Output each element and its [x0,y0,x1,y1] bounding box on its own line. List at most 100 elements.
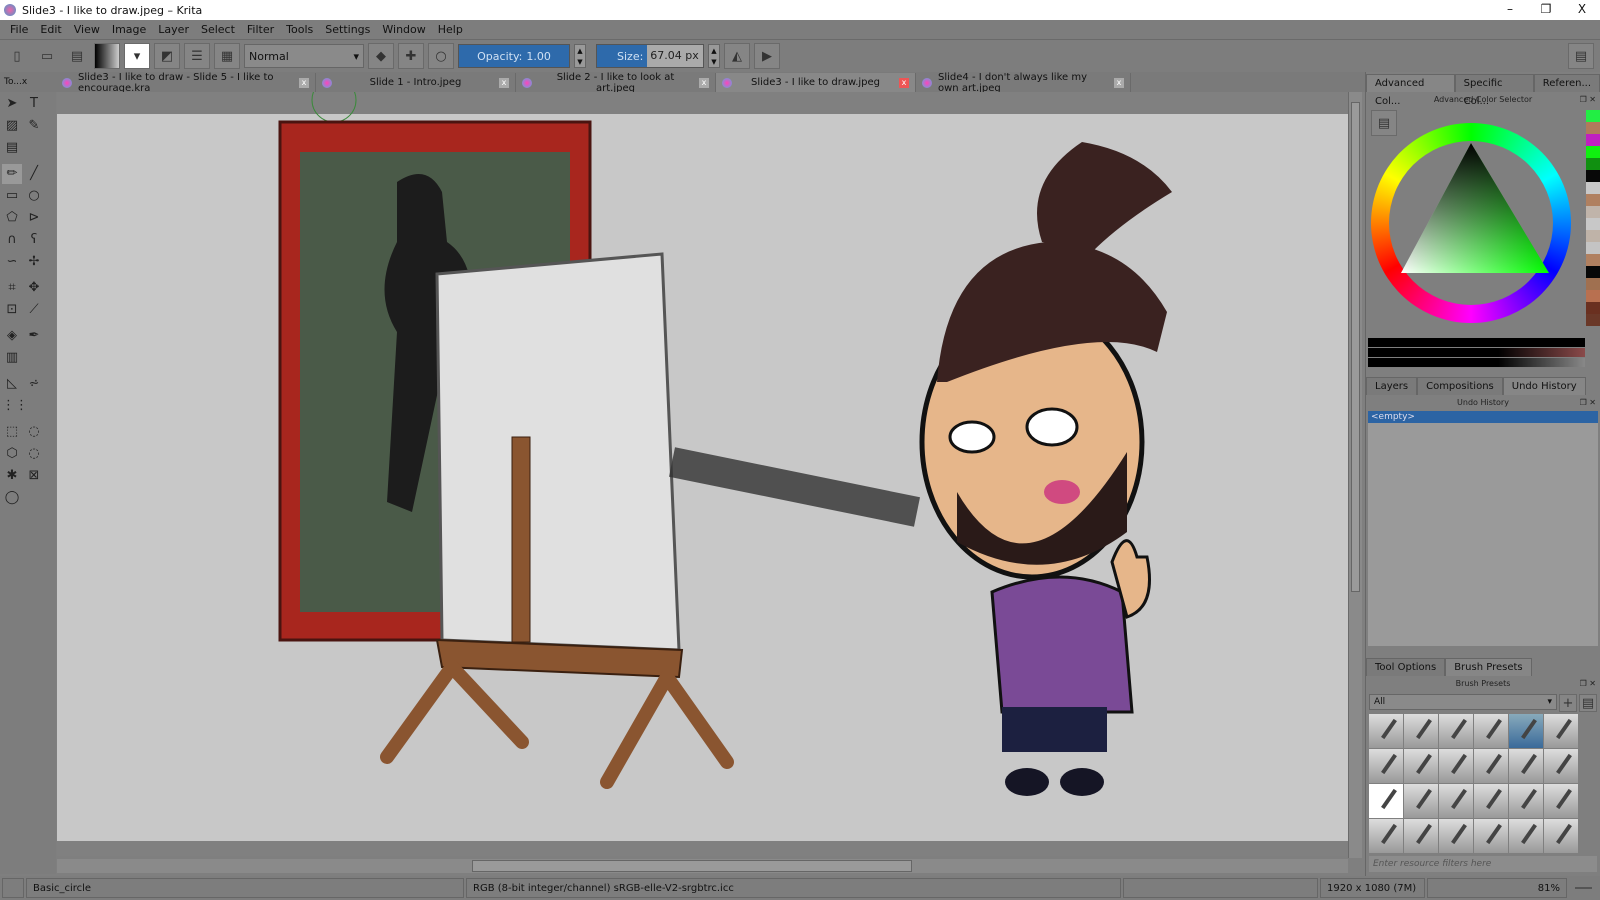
brush-preset[interactable] [1474,784,1508,818]
crop-tool-icon[interactable]: ⌗ [2,278,22,298]
undo-item[interactable]: <empty> [1368,411,1598,423]
tab-document-active[interactable]: Slide3 - I like to draw.jpeg x [716,73,916,92]
polygon-tool-icon[interactable]: ⬠ [2,208,22,228]
bezier-tool-icon[interactable]: ∩ [2,230,22,250]
contiguous-selection-icon[interactable]: ✱ [2,466,22,486]
tab-undo-history[interactable]: Undo History [1502,377,1586,395]
brush-preset[interactable] [1474,749,1508,783]
reload-preset-icon[interactable]: ○ [428,43,454,69]
brush-preset[interactable] [1439,749,1473,783]
artwork-canvas[interactable] [57,77,1348,856]
color-swatch[interactable] [1586,254,1600,266]
horizontal-scrollbar[interactable] [57,859,1348,873]
assistant-tool-icon[interactable]: ◺ [2,374,22,394]
edit-shapes-tool-icon[interactable]: ▨ [2,116,22,136]
resource-filter-input[interactable]: Enter resource filters here [1369,856,1597,872]
menu-file[interactable]: File [4,23,34,36]
save-icon[interactable]: ▤ [64,43,90,69]
tab-document[interactable]: Slide3 - I like to draw - Slide 5 - I li… [56,72,316,94]
color-swatch[interactable] [1586,122,1600,134]
opacity-spinner[interactable]: ▲ ▼ [574,44,586,68]
tab-specific-color[interactable]: Specific Col... [1454,74,1534,107]
brush-preset[interactable] [1404,819,1438,853]
fill-tool-icon[interactable]: ◈ [2,326,22,346]
color-bar[interactable] [1368,348,1585,357]
mirror-horizontal-icon[interactable]: ◭ [724,43,750,69]
menu-filter[interactable]: Filter [241,23,280,36]
menu-help[interactable]: Help [432,23,469,36]
brush-preset[interactable] [1404,749,1438,783]
multibrush-tool-icon[interactable]: ✢ [24,252,44,272]
view-mode-icon[interactable]: ▤ [1579,694,1597,712]
menu-edit[interactable]: Edit [34,23,67,36]
tab-compositions[interactable]: Compositions [1417,377,1503,395]
color-swatch[interactable] [1586,134,1600,146]
color-swatch[interactable] [1586,302,1600,314]
menu-layer[interactable]: Layer [152,23,195,36]
line-tool-icon[interactable]: ╱ [24,164,44,184]
color-picker-tool-icon[interactable]: ✒ [24,326,44,346]
workspace-chooser-icon[interactable]: ▤ [1568,43,1594,69]
brush-preset[interactable] [1369,784,1403,818]
dynamic-brush-tool-icon[interactable]: ∽ [2,252,22,272]
color-swatch[interactable] [1586,218,1600,230]
close-tab-icon[interactable]: x [499,77,509,88]
maximize-button[interactable]: ❐ [1528,0,1564,18]
close-tab-icon[interactable]: x [1114,77,1124,88]
ellipse-tool-icon[interactable]: ○ [24,186,44,206]
tab-document[interactable]: Slide 1 - Intro.jpeg x [316,73,516,92]
reference-tool-icon[interactable]: ▤ [2,138,22,158]
perspective-grid-tool-icon[interactable]: ⩫ [24,374,44,394]
vertical-scroll-thumb[interactable] [1351,102,1360,592]
opacity-slider[interactable]: Opacity: 1.00 [458,44,570,68]
color-swatch[interactable] [1586,230,1600,242]
text-tool-icon[interactable]: T [24,94,44,114]
brush-preset[interactable] [1509,784,1543,818]
gradient-selector-button[interactable] [94,43,120,69]
float-close-icon[interactable]: ❐ ✕ [1580,92,1596,108]
elliptical-selection-icon[interactable]: ◌ [24,422,44,442]
tab-advanced-color[interactable]: Advanced Col... [1366,74,1455,107]
brush-preset[interactable] [1369,819,1403,853]
float-close-icon[interactable]: ❐ ✕ [1580,395,1596,411]
color-swatch[interactable] [1586,314,1600,326]
advanced-color-selector[interactable]: ▤ [1366,108,1600,338]
preserve-alpha-icon[interactable]: ✚ [398,43,424,69]
brush-preset[interactable] [1474,714,1508,748]
status-color-space[interactable]: RGB (8-bit integer/channel) sRGB-elle-V2… [466,878,1121,898]
bezier-selection-icon[interactable]: ◯ [2,488,22,508]
color-swatch[interactable] [1586,266,1600,278]
freehand-brush-tool-icon[interactable]: ✏ [2,164,22,184]
polyline-tool-icon[interactable]: ⊳ [24,208,44,228]
measure-tool-icon[interactable]: ⟋ [24,300,44,320]
open-document-icon[interactable]: ▭ [34,43,60,69]
brush-preset[interactable] [1474,819,1508,853]
tab-brush-presets[interactable]: Brush Presets [1445,658,1532,676]
tab-layers[interactable]: Layers [1366,377,1418,395]
eraser-mode-icon[interactable]: ◆ [368,43,394,69]
color-swatch[interactable] [1586,182,1600,194]
brush-preset[interactable] [1404,714,1438,748]
color-swatch[interactable] [1586,206,1600,218]
horizontal-scroll-thumb[interactable] [472,860,912,872]
mirror-vertical-icon[interactable]: ▶ [754,43,780,69]
menu-select[interactable]: Select [195,23,241,36]
grid-tool-icon[interactable]: ⋮⋮ [2,396,28,416]
color-swatch[interactable] [1586,290,1600,302]
brush-preset[interactable] [1544,819,1578,853]
tab-document[interactable]: Slide4 - I don't always like my own art.… [916,72,1131,94]
brush-preset[interactable] [1544,749,1578,783]
brush-preset[interactable] [1544,784,1578,818]
brush-preset[interactable] [1509,819,1543,853]
color-swatch[interactable] [1586,170,1600,182]
brush-preset[interactable] [1509,749,1543,783]
color-bar[interactable] [1368,338,1585,347]
color-swatch[interactable] [1586,110,1600,122]
brush-presets-icon[interactable]: ▦ [214,43,240,69]
canvas-area[interactable] [57,77,1348,856]
move-tool-icon[interactable]: ✥ [24,278,44,298]
swap-colors-icon[interactable]: ◩ [154,43,180,69]
brush-preset[interactable] [1404,784,1438,818]
pattern-selector-button[interactable]: ▾ [124,43,150,69]
rectangle-tool-icon[interactable]: ▭ [2,186,22,206]
